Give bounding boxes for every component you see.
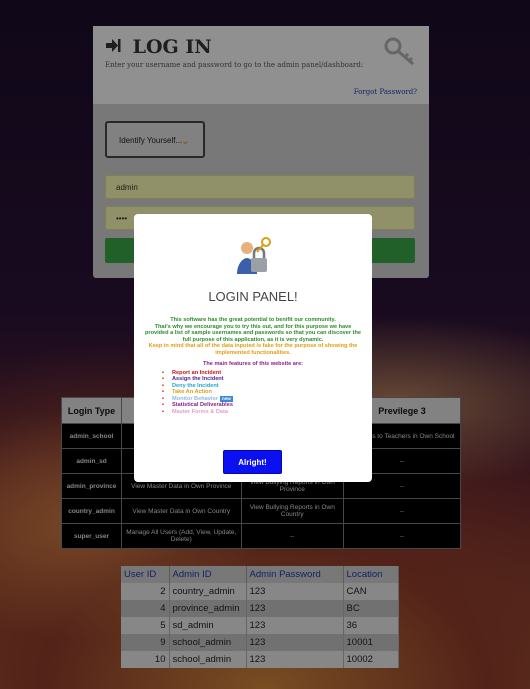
feature-item: Master Forms & Data <box>162 409 362 416</box>
modal-body: This software has the great potential to… <box>144 317 362 415</box>
feature-label: Deny the Incident <box>172 382 219 389</box>
modal-intro: This software has the great potential to… <box>170 317 336 323</box>
features-heading: The main features of this website are: <box>202 361 304 367</box>
feature-label: Assign the Incident <box>172 376 224 382</box>
lock-user-icon <box>233 234 273 283</box>
modal-disclaimer: Keep in mind that all of the data inpute… <box>148 343 358 356</box>
modal-title: LOGIN PANEL! <box>208 289 298 304</box>
feature-label: Take An Action <box>172 389 212 395</box>
feature-label: Report an Incident <box>172 369 222 376</box>
feature-label: Monitor Behavior <box>172 395 218 402</box>
login-info-modal: LOGIN PANEL! This software has the great… <box>134 214 372 482</box>
feature-label: Master Forms & Data <box>172 408 228 415</box>
alright-button[interactable]: Alright! <box>223 450 282 474</box>
features-list: Report an Incident Assign the Incident D… <box>162 370 362 416</box>
modal-paragraph: That's why we encourage you to try this … <box>144 323 362 343</box>
feature-label: Statistical Deliverables <box>172 402 233 408</box>
